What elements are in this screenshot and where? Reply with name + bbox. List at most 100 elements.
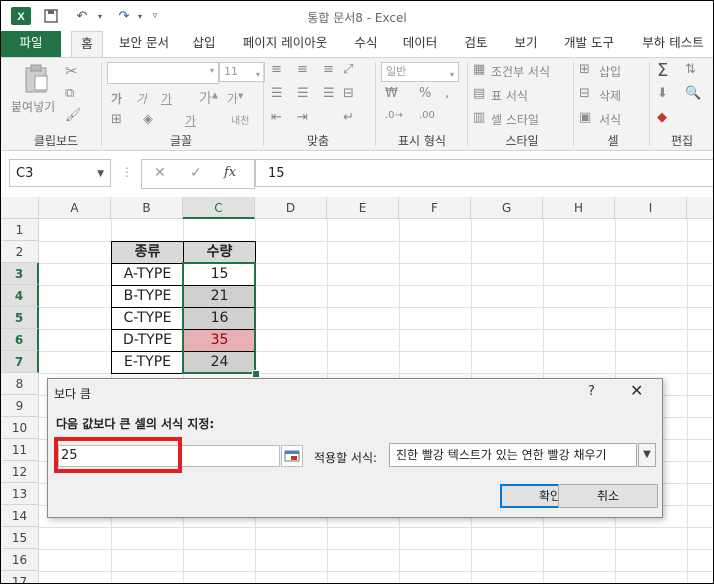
row-header-15[interactable]: 15 xyxy=(1,527,39,549)
drag-handle-icon[interactable]: ⋮ xyxy=(121,165,133,179)
col-header-b[interactable]: B xyxy=(111,197,183,219)
row-header-2[interactable]: 2 xyxy=(1,241,39,263)
percent-style-icon[interactable]: % xyxy=(419,86,431,101)
cell-styles-button[interactable]: 셀 스타일 xyxy=(491,111,539,128)
help-icon[interactable]: ? xyxy=(588,384,595,399)
align-bottom-icon[interactable]: ≡ xyxy=(323,62,334,77)
cancel-button[interactable]: 취소 xyxy=(558,484,658,508)
row-header-8[interactable]: 8 xyxy=(1,373,39,395)
select-all-corner[interactable] xyxy=(1,197,39,219)
insert-function-icon[interactable]: fx xyxy=(224,165,236,180)
tab-secure-doc[interactable]: 보안 문서 xyxy=(111,31,177,57)
row-header-13[interactable]: 13 xyxy=(1,483,39,505)
collapse-dialog-button[interactable] xyxy=(281,445,303,467)
comma-style-icon[interactable]: , xyxy=(445,86,449,101)
row-header-7[interactable]: 7 xyxy=(1,351,39,373)
find-select-icon[interactable]: 🔍 xyxy=(685,86,701,101)
row-header-12[interactable]: 12 xyxy=(1,461,39,483)
align-middle-icon[interactable]: ≡ xyxy=(297,62,308,77)
grow-font-button[interactable]: 가▲ xyxy=(199,88,218,108)
orientation-icon[interactable]: ⤢ xyxy=(343,62,353,77)
table-cell-type[interactable]: A-TYPE xyxy=(111,263,184,286)
format-select[interactable]: 진한 빨강 텍스트가 있는 연한 빨강 채우기 xyxy=(389,443,637,467)
delete-cells-button[interactable]: 삭제 xyxy=(599,87,621,104)
align-right-icon[interactable]: ☰ xyxy=(323,86,335,101)
row-header-1[interactable]: 1 xyxy=(1,219,39,241)
sort-filter-icon[interactable]: ⇅ xyxy=(685,62,696,77)
close-icon[interactable]: ✕ xyxy=(630,381,643,400)
format-table-button[interactable]: 표 서식 xyxy=(491,87,528,104)
table-cell-qty-highlighted[interactable]: 35 xyxy=(183,329,256,352)
font-color-button[interactable]: 가 xyxy=(185,112,196,129)
table-header-qty[interactable]: 수량 xyxy=(183,241,256,264)
decrease-decimal-icon[interactable]: .00 xyxy=(419,110,435,121)
tab-formulas[interactable]: 수식 xyxy=(347,31,385,57)
phonetic-button[interactable]: 내천 xyxy=(231,112,249,127)
align-center-icon[interactable]: ☰ xyxy=(297,86,309,101)
table-header-type[interactable]: 종류 xyxy=(111,241,184,264)
fill-color-icon[interactable]: ◈ xyxy=(143,112,153,127)
cell-styles-icon[interactable]: ▥ xyxy=(473,110,485,125)
format-cells-button[interactable]: 서식 xyxy=(599,111,621,128)
merge-cells-icon[interactable]: ⊟ xyxy=(343,86,354,101)
row-header-9[interactable]: 9 xyxy=(1,395,39,417)
fill-handle[interactable] xyxy=(252,370,260,378)
format-cells-icon[interactable]: ▣ xyxy=(579,110,591,125)
row-header-5[interactable]: 5 xyxy=(1,307,39,329)
enter-icon[interactable]: ✓ xyxy=(190,165,202,181)
col-header-a[interactable]: A xyxy=(39,197,111,219)
col-header-d[interactable]: D xyxy=(255,197,327,219)
decrease-indent-icon[interactable]: ⇤ xyxy=(271,110,282,125)
col-header-e[interactable]: E xyxy=(327,197,399,219)
tab-file[interactable]: 파일 xyxy=(1,31,61,57)
table-cell-type[interactable]: C-TYPE xyxy=(111,307,184,330)
tab-data[interactable]: 데이터 xyxy=(395,31,445,57)
insert-cells-button[interactable]: 삽입 xyxy=(599,63,621,80)
cut-icon[interactable]: ✂ xyxy=(65,62,78,80)
table-cell-qty[interactable]: 24 xyxy=(183,351,256,374)
row-header-14[interactable]: 14 xyxy=(1,505,39,527)
table-cell-type[interactable]: D-TYPE xyxy=(111,329,184,352)
row-header-11[interactable]: 11 xyxy=(1,439,39,461)
tab-load-test[interactable]: 부하 테스트 xyxy=(633,31,713,57)
delete-cells-icon[interactable]: ⊟ xyxy=(579,86,590,101)
chevron-down-icon[interactable]: ▼ xyxy=(638,443,656,467)
bold-button[interactable]: 가 xyxy=(111,90,122,107)
row-header-16[interactable]: 16 xyxy=(1,549,39,571)
col-header-c[interactable]: C xyxy=(183,197,255,219)
border-icon[interactable]: ⊞ xyxy=(111,112,122,127)
conditional-format-icon[interactable]: ▦ xyxy=(473,62,485,77)
paste-icon[interactable] xyxy=(23,64,49,98)
tab-review[interactable]: 검토 xyxy=(457,31,495,57)
font-size-box[interactable]: 11 ▾ xyxy=(219,62,265,82)
paste-label[interactable]: 붙여넣기 xyxy=(11,98,55,115)
conditional-format-button[interactable]: 조건부 서식 xyxy=(491,63,550,80)
tab-home[interactable]: 홈 xyxy=(71,31,103,58)
format-painter-icon[interactable]: 🖌 xyxy=(65,108,82,123)
clear-icon[interactable]: ◆ xyxy=(657,110,667,125)
align-left-icon[interactable]: ☰ xyxy=(271,86,283,101)
table-cell-type[interactable]: E-TYPE xyxy=(111,351,184,374)
increase-indent-icon[interactable]: ⇥ xyxy=(297,110,308,125)
row-header-10[interactable]: 10 xyxy=(1,417,39,439)
row-header-3[interactable]: 3 xyxy=(1,263,39,285)
tab-insert[interactable]: 삽입 xyxy=(185,31,223,57)
italic-button[interactable]: 가 xyxy=(136,90,147,107)
fill-icon[interactable]: ⬇ xyxy=(657,86,668,101)
table-cell-type[interactable]: B-TYPE xyxy=(111,285,184,308)
tab-page-layout[interactable]: 페이지 레이아웃 xyxy=(235,31,335,57)
cancel-icon[interactable]: ✕ xyxy=(154,165,166,181)
shrink-font-button[interactable]: 가▼ xyxy=(227,90,243,107)
table-cell-qty-active[interactable]: 15 xyxy=(183,263,256,286)
underline-button[interactable]: 가 xyxy=(161,90,172,107)
tab-developer[interactable]: 개발 도구 xyxy=(557,31,621,57)
row-header-6[interactable]: 6 xyxy=(1,329,39,351)
accounting-format-icon[interactable]: ₩ xyxy=(385,86,398,101)
col-header-i[interactable]: I xyxy=(615,197,687,219)
table-cell-qty[interactable]: 21 xyxy=(183,285,256,308)
row-header-4[interactable]: 4 xyxy=(1,285,39,307)
copy-icon[interactable]: ⧉ xyxy=(65,86,74,101)
col-header-h[interactable]: H xyxy=(543,197,615,219)
row-header-17[interactable]: 17 xyxy=(1,571,39,583)
insert-cells-icon[interactable]: ⊞ xyxy=(579,62,590,77)
